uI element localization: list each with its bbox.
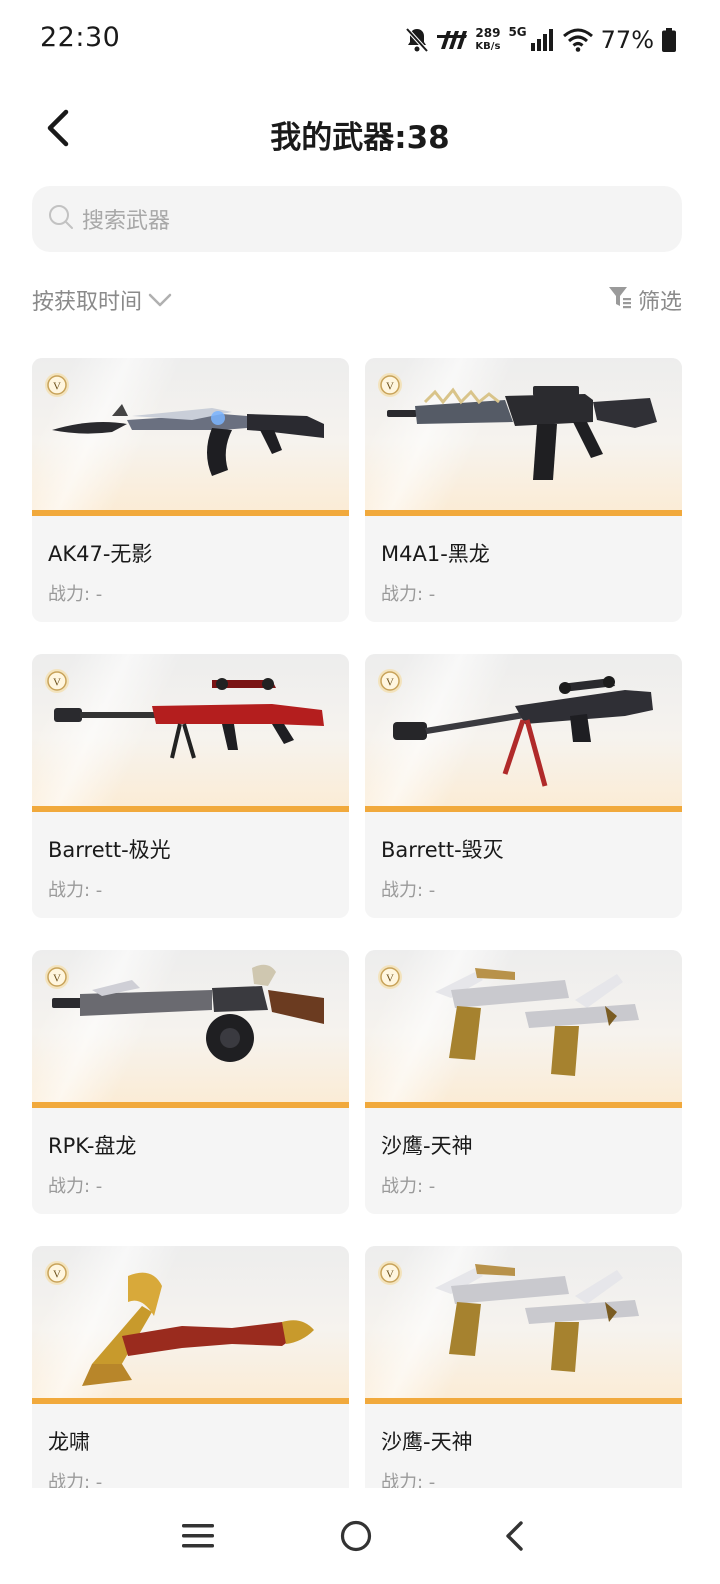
weapon-image: V xyxy=(365,654,682,812)
svg-text:V: V xyxy=(53,677,61,689)
search-input[interactable]: 搜索武器 xyxy=(32,186,682,252)
system-nav-bar xyxy=(0,1488,720,1584)
svg-text:V: V xyxy=(53,1269,61,1281)
weapon-power: 战力: - xyxy=(381,1176,436,1197)
status-time: 22:30 xyxy=(40,22,121,53)
battery-percent: 77% xyxy=(600,26,654,54)
weapon-card[interactable]: V 龙啸 战力: - xyxy=(32,1246,349,1488)
vip-badge-icon: V xyxy=(45,1261,69,1285)
weapon-power: 战力: - xyxy=(381,880,436,901)
home-button[interactable] xyxy=(328,1510,384,1566)
svg-text:V: V xyxy=(386,1269,394,1281)
filter-label: 筛选 xyxy=(637,290,682,315)
weapon-name: Barrett-极光 xyxy=(48,838,171,862)
filter-button[interactable]: 筛选 xyxy=(608,284,682,316)
wifi-icon xyxy=(562,28,593,52)
speed-value: 289 xyxy=(475,26,501,40)
weapon-power: 战力: - xyxy=(48,1472,103,1488)
weapon-art-icon xyxy=(52,404,324,476)
search-placeholder: 搜索武器 xyxy=(82,209,171,234)
svg-text:V: V xyxy=(386,381,394,393)
signal-icon xyxy=(530,29,555,51)
vip-badge-icon: V xyxy=(45,669,69,693)
weapon-image: V xyxy=(365,358,682,516)
svg-text:V: V xyxy=(53,973,61,985)
weapon-art-icon xyxy=(393,676,653,787)
weapon-art-icon xyxy=(435,968,639,1076)
home-icon xyxy=(340,1520,372,1556)
weapon-card[interactable]: V Barrett-极光 战力: - xyxy=(32,654,349,918)
svg-text:V: V xyxy=(386,677,394,689)
svg-text:V: V xyxy=(53,381,61,393)
weapon-name: 沙鹰-天神 xyxy=(381,1430,473,1454)
weapon-image: V xyxy=(32,654,349,812)
sort-filter-row: 按获取时间 筛选 xyxy=(32,284,682,324)
header: 我的武器:38 xyxy=(0,96,720,166)
vip-badge-icon: V xyxy=(378,669,402,693)
weapon-name: M4A1-黑龙 xyxy=(381,542,490,566)
weapon-card[interactable]: V 沙鹰-天神 战力: - xyxy=(365,1246,682,1488)
weapon-image: V xyxy=(365,1246,682,1404)
weapon-art-icon xyxy=(435,1264,639,1372)
sort-dropdown[interactable]: 按获取时间 xyxy=(32,284,172,316)
speed-unit: KB/s xyxy=(475,41,501,52)
weapon-name: 龙啸 xyxy=(48,1430,90,1454)
weapon-name: AK47-无影 xyxy=(48,542,153,566)
vip-badge-icon: V xyxy=(45,373,69,397)
sort-label: 按获取时间 xyxy=(32,290,143,315)
network-speed: 289 KB/s xyxy=(475,27,500,53)
weapon-image: V xyxy=(32,358,349,516)
weapon-card[interactable]: V Barrett-毁灭 战力: - xyxy=(365,654,682,918)
search-icon xyxy=(48,204,74,234)
weapon-name: Barrett-毁灭 xyxy=(381,838,504,862)
weapon-art-icon xyxy=(82,1272,314,1386)
weapon-power: 战力: - xyxy=(48,1176,103,1197)
svg-text:V: V xyxy=(386,973,394,985)
weapon-image: V xyxy=(365,950,682,1108)
vip-badge-icon: V xyxy=(45,965,69,989)
chevron-down-icon xyxy=(148,288,172,313)
weapon-name: 沙鹰-天神 xyxy=(381,1134,473,1158)
weapon-list[interactable]: V AK47-无影 战力: - V M4A1-黑龙 战力: - V Barret… xyxy=(0,340,720,1488)
menu-icon xyxy=(182,1523,214,1553)
weapon-grid: V AK47-无影 战力: - V M4A1-黑龙 战力: - V Barret… xyxy=(32,358,682,1488)
weapon-card[interactable]: V AK47-无影 战力: - xyxy=(32,358,349,622)
weapon-art-icon xyxy=(52,964,324,1062)
status-bar: 22:30 289 KB/s 5G 77% xyxy=(0,0,720,80)
weapon-power: 战力: - xyxy=(48,880,103,901)
battery-icon xyxy=(662,28,676,52)
carrier-logo-icon xyxy=(437,29,468,51)
weapon-card[interactable]: V RPK-盘龙 战力: - xyxy=(32,950,349,1214)
weapon-art-icon xyxy=(387,386,657,480)
filter-icon xyxy=(608,285,632,315)
network-type: 5G xyxy=(508,25,527,39)
weapon-power: 战力: - xyxy=(48,584,103,605)
status-icons: 289 KB/s 5G 77% xyxy=(405,22,676,58)
vip-badge-icon: V xyxy=(378,1261,402,1285)
weapon-card[interactable]: V 沙鹰-天神 战力: - xyxy=(365,950,682,1214)
weapon-power: 战力: - xyxy=(381,584,436,605)
weapon-image: V xyxy=(32,1246,349,1404)
weapon-name: RPK-盘龙 xyxy=(48,1134,137,1158)
menu-button[interactable] xyxy=(170,1510,226,1566)
nav-back-button[interactable] xyxy=(486,1510,542,1566)
weapon-art-icon xyxy=(54,678,324,759)
weapon-card[interactable]: V M4A1-黑龙 战力: - xyxy=(365,358,682,622)
page-title: 我的武器:38 xyxy=(270,120,450,156)
mute-bell-icon xyxy=(405,27,429,53)
weapon-power: 战力: - xyxy=(381,1472,436,1488)
back-icon xyxy=(503,1520,525,1556)
weapon-image: V xyxy=(32,950,349,1108)
vip-badge-icon: V xyxy=(378,373,402,397)
vip-badge-icon: V xyxy=(378,965,402,989)
